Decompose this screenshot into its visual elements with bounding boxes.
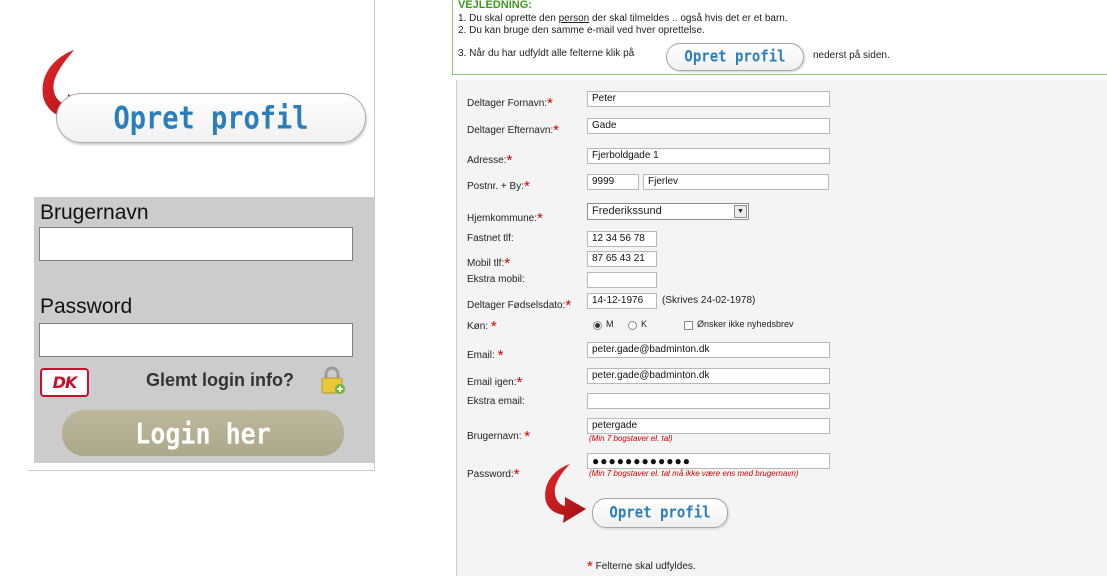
birthdate-hint: (Skrives 24-02-1978) bbox=[662, 295, 756, 306]
password-form-label: Password:* bbox=[467, 464, 520, 483]
guide-line-3-end: nederst på siden. bbox=[813, 50, 890, 61]
username-form-label: Brugernavn: * bbox=[467, 426, 531, 445]
landline-input[interactable]: 12 34 56 78 bbox=[587, 231, 657, 247]
email-again-label-text: Email igen: bbox=[467, 377, 517, 388]
address-input[interactable]: Fjerboldgade 1 bbox=[587, 148, 830, 164]
guide-line-1-underlined: person bbox=[558, 13, 590, 24]
password-note: (Min 7 bogstaver el. tal må ikke være en… bbox=[589, 469, 799, 478]
gender-label: Køn: * bbox=[467, 316, 497, 335]
address-label: Adresse:* bbox=[467, 150, 513, 169]
required-star: * bbox=[497, 347, 504, 364]
first-name-label-text: Deltager Fornavn: bbox=[467, 98, 548, 109]
login-box: Brugernavn Password DK Glemt login info?… bbox=[34, 197, 374, 463]
zip-city-label: Postnr. + By:* bbox=[467, 176, 530, 195]
submit-create-profile-label: Opret profil bbox=[609, 503, 711, 523]
password-form-input[interactable]: ●●●●●●●●●●●● bbox=[587, 453, 830, 469]
required-star: * bbox=[490, 318, 497, 335]
last-name-input[interactable]: Gade bbox=[587, 118, 830, 134]
extra-email-label: Ekstra email: bbox=[467, 396, 525, 407]
mobile-label-text: Mobil tlf: bbox=[467, 258, 505, 269]
city-input[interactable]: Fjerlev bbox=[643, 174, 829, 190]
gender-k-radio[interactable] bbox=[628, 321, 637, 330]
required-star: * bbox=[524, 428, 531, 445]
forgot-login-link[interactable]: Glemt login info? bbox=[146, 370, 294, 391]
gender-k-label: K bbox=[641, 319, 648, 329]
required-star: * bbox=[565, 297, 572, 314]
required-star: * bbox=[504, 255, 511, 272]
login-panel: Opret profil Brugernavn Password DK Glem… bbox=[28, 0, 375, 471]
extra-mobile-input[interactable] bbox=[587, 272, 657, 288]
guide-line-1-a: 1. Du skal oprette den bbox=[458, 13, 559, 24]
password-form-label-text: Password: bbox=[467, 469, 514, 480]
municipality-label: Hjemkommune:* bbox=[467, 208, 543, 227]
chevron-down-icon[interactable]: ▼ bbox=[734, 205, 747, 218]
birthdate-label-text: Deltager Fødselsdato: bbox=[467, 300, 566, 311]
email-again-label: Email igen:* bbox=[467, 372, 523, 391]
dk-logo: DK bbox=[40, 368, 89, 397]
guide-line-2: 2. Du kan bruge den samme e-mail ved hve… bbox=[458, 25, 705, 36]
newsletter-label: Ønsker ikke nyhedsbrev bbox=[697, 319, 794, 329]
guide-line-3: 3. Når du har udfyldt alle felterne klik… bbox=[458, 48, 635, 59]
zip-input[interactable]: 9999 bbox=[587, 174, 639, 190]
login-button-label: Login her bbox=[135, 416, 271, 450]
mobile-label: Mobil tlf:* bbox=[467, 253, 511, 272]
gender-label-text: Køn: bbox=[467, 321, 489, 332]
address-label-text: Adresse: bbox=[467, 155, 507, 166]
municipality-selected: Frederikssund bbox=[592, 205, 662, 217]
username-form-label-text: Brugernavn: bbox=[467, 431, 522, 442]
birthdate-input[interactable]: 14-12-1976 bbox=[587, 293, 657, 309]
last-name-label-text: Deltager Efternavn: bbox=[467, 125, 554, 136]
zip-city-label-text: Postnr. + By: bbox=[467, 181, 524, 192]
email-input[interactable]: peter.gade@badminton.dk bbox=[587, 342, 830, 358]
username-note: (Min 7 bogstaver el. tal) bbox=[589, 434, 673, 443]
birthdate-label: Deltager Fødselsdato:* bbox=[467, 295, 572, 314]
create-profile-button[interactable]: Opret profil bbox=[56, 93, 366, 143]
guide-line-1-b: der skal tilmeldes .. også hvis det er e… bbox=[589, 13, 788, 24]
first-name-input[interactable]: Peter bbox=[587, 91, 830, 107]
required-footnote-text: Felterne skal udfyldes. bbox=[595, 561, 696, 572]
mobile-input[interactable]: 87 65 43 21 bbox=[587, 251, 657, 267]
extra-mobile-label: Ekstra mobil: bbox=[467, 274, 525, 285]
username-form-input[interactable]: petergade bbox=[587, 418, 830, 434]
required-star: * bbox=[523, 178, 530, 195]
landline-label: Fastnet tlf: bbox=[467, 233, 514, 244]
guide-create-profile-button[interactable]: Opret profil bbox=[666, 43, 804, 71]
required-star: * bbox=[553, 122, 560, 139]
newsletter-checkbox[interactable] bbox=[684, 321, 693, 330]
lock-icon bbox=[321, 366, 345, 394]
required-star: * bbox=[587, 558, 593, 575]
create-profile-label: Opret profil bbox=[113, 100, 309, 136]
guide-box: VEJLEDNING: 1. Du skal oprette den perso… bbox=[452, 0, 1107, 75]
required-star: * bbox=[516, 374, 523, 391]
required-star: * bbox=[513, 466, 520, 483]
extra-email-input[interactable] bbox=[587, 393, 830, 409]
email-label-text: Email: bbox=[467, 350, 495, 361]
required-star: * bbox=[537, 210, 543, 227]
login-button[interactable]: Login her bbox=[62, 410, 344, 456]
email-again-input[interactable]: peter.gade@badminton.dk bbox=[587, 368, 830, 384]
password-input[interactable] bbox=[39, 323, 353, 357]
first-name-label: Deltager Fornavn:* bbox=[467, 93, 553, 112]
submit-create-profile-button[interactable]: Opret profil bbox=[592, 498, 728, 528]
gender-m-label: M bbox=[606, 319, 614, 329]
guide-create-profile-label: Opret profil bbox=[684, 47, 786, 67]
guide-title: VEJLEDNING: bbox=[458, 0, 532, 11]
dk-logo-text: DK bbox=[52, 373, 78, 392]
password-label: Password bbox=[40, 295, 133, 318]
username-input[interactable] bbox=[39, 227, 353, 261]
gender-m-radio[interactable] bbox=[593, 321, 602, 330]
username-label: Brugernavn bbox=[40, 201, 149, 224]
required-star: * bbox=[547, 95, 553, 112]
last-name-label: Deltager Efternavn:* bbox=[467, 120, 560, 139]
municipality-label-text: Hjemkommune: bbox=[467, 213, 538, 224]
required-star: * bbox=[506, 152, 513, 169]
red-arrow-icon bbox=[545, 464, 586, 523]
guide-line-1: 1. Du skal oprette den person der skal t… bbox=[458, 13, 788, 24]
required-footnote: * Felterne skal udfyldes. bbox=[587, 556, 696, 575]
email-label: Email: * bbox=[467, 345, 504, 364]
municipality-select[interactable]: Frederikssund ▼ bbox=[587, 203, 749, 220]
